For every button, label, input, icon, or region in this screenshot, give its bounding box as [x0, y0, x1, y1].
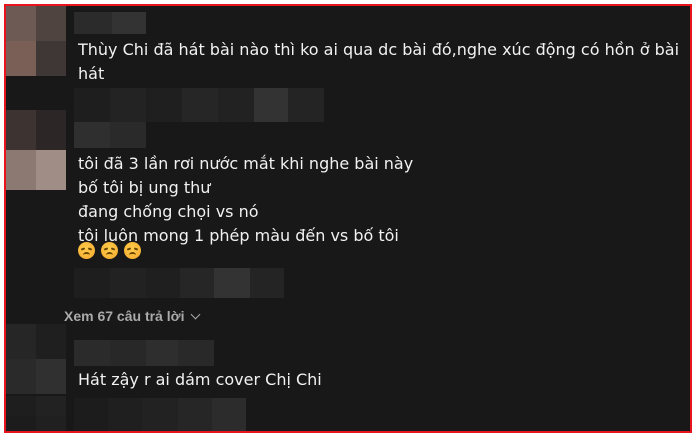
username-pixelated-part [112, 12, 146, 34]
username-pixelated[interactable] [74, 340, 214, 366]
view-replies-button[interactable]: Xem 67 câu trả lời [64, 308, 201, 324]
action-bar-pixelated[interactable] [74, 88, 324, 122]
comment-text: Hát zậy r ai dám cover Chị Chi [78, 368, 322, 392]
comment-line: tôi đã 3 lần rơi nước mắt khi nghe bài n… [78, 154, 414, 173]
comment-text: Thùy Chi đã hát bài nào thì ko ai qua dc… [78, 38, 679, 86]
action-bar-pixelated[interactable] [74, 398, 246, 431]
comment-text: tôi đã 3 lần rơi nước mắt khi nghe bài n… [78, 152, 413, 248]
comment-line: đang chống chọi vs nó [78, 202, 259, 221]
comment-line: Thùy Chi đã hát bài nào thì ko ai qua dc… [78, 40, 680, 59]
disappointed-face-icon [78, 242, 95, 259]
comment-panel: Thùy Chi đã hát bài nào thì ko ai qua dc… [4, 4, 692, 433]
avatar[interactable] [6, 110, 66, 190]
comment-line: bố tôi bị ung thư [78, 178, 211, 197]
disappointed-face-icon [101, 242, 118, 259]
action-bar-pixelated[interactable] [74, 268, 284, 298]
comment-line: hát [78, 64, 105, 83]
avatar[interactable] [6, 6, 66, 76]
view-replies-label: Xem 67 câu trả lời [64, 308, 185, 324]
disappointed-face-icon [124, 242, 141, 259]
chevron-down-icon [191, 309, 201, 319]
username-pixelated[interactable] [74, 122, 146, 148]
avatar-bottom-pixelated [6, 396, 66, 431]
avatar[interactable] [6, 324, 66, 394]
emoji-row [78, 242, 141, 259]
comment-line: Hát zậy r ai dám cover Chị Chi [78, 370, 322, 389]
